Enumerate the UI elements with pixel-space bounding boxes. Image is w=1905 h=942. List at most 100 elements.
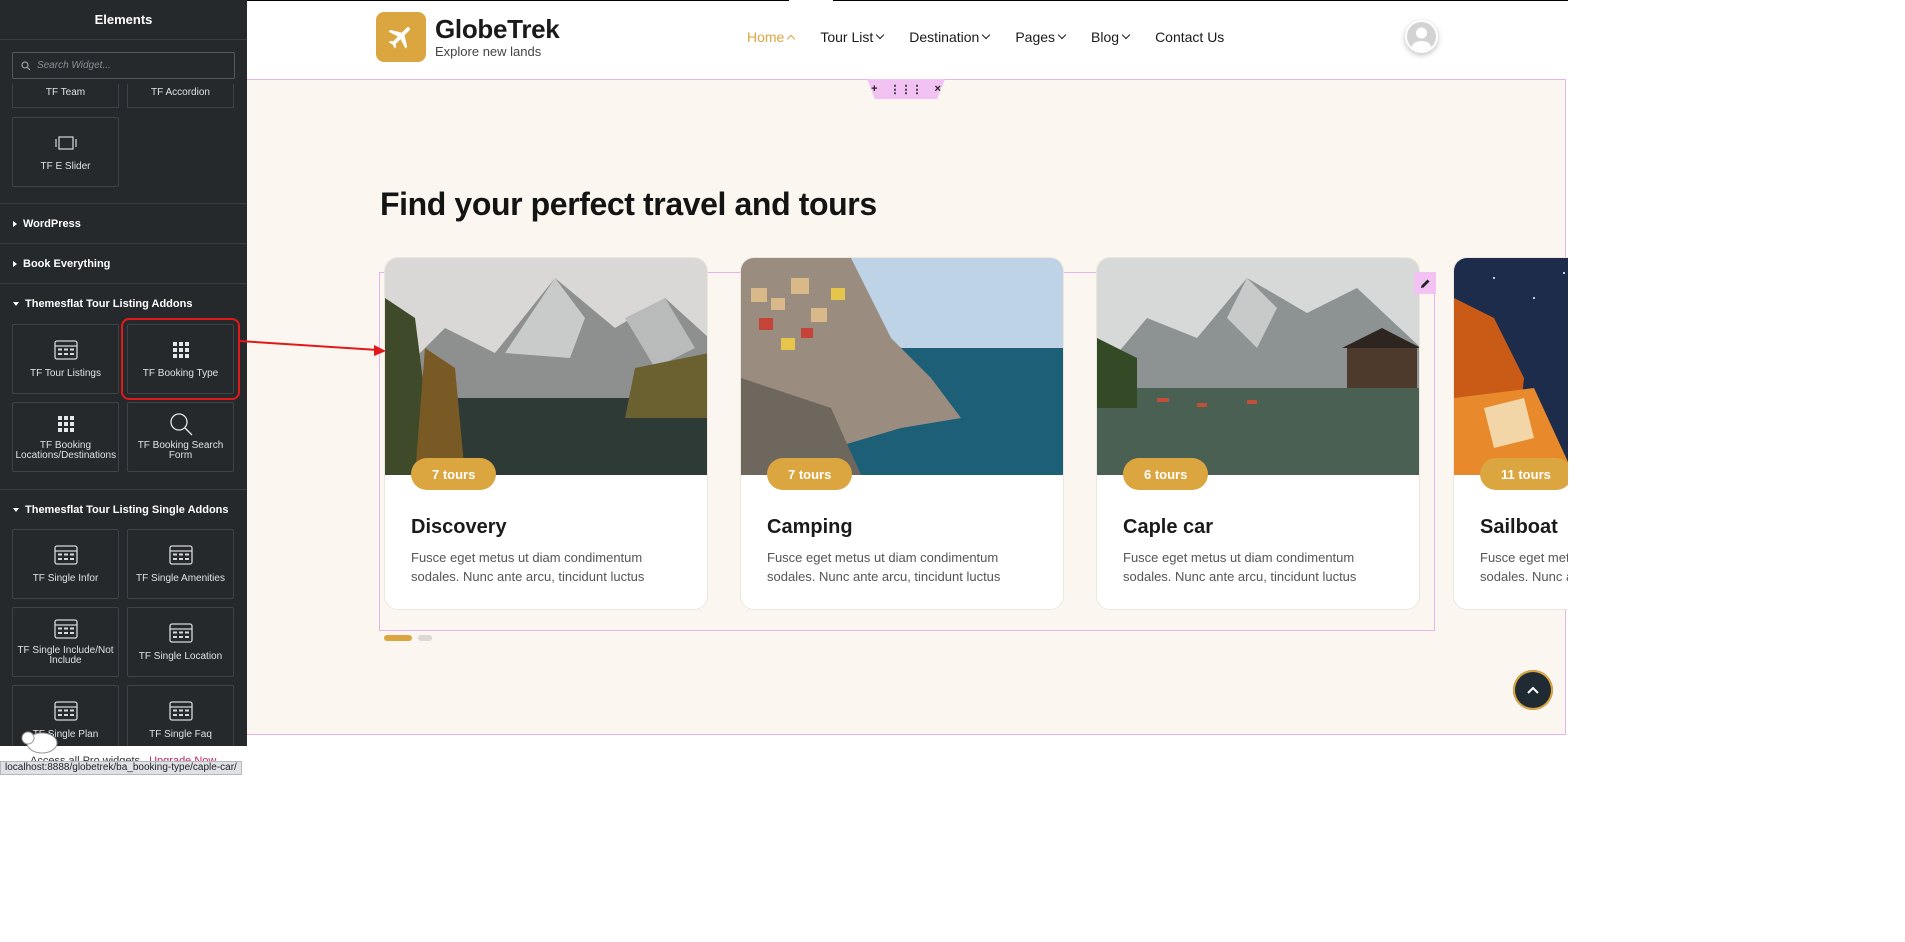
caret-right-icon — [13, 220, 17, 227]
section-handle[interactable]: + ⋮⋮⋮ × — [867, 79, 945, 99]
card-title[interactable]: Discovery — [411, 516, 507, 539]
caret-down-icon — [13, 301, 19, 306]
search-icon — [169, 413, 193, 436]
card-image-coastal-village — [741, 258, 1063, 475]
brand[interactable]: GlobeTrek Explore new lands — [435, 14, 560, 60]
card-image-desert-night — [1454, 258, 1568, 475]
chevron-down-icon — [982, 30, 991, 40]
avatar[interactable] — [1405, 20, 1438, 53]
partial-widget-row: TF Team TF Accordion — [12, 84, 235, 108]
slider-pagination — [384, 635, 432, 641]
widget-label: TF Team — [45, 87, 86, 98]
table-icon — [53, 544, 78, 566]
airplane-icon — [388, 27, 410, 49]
section-heading: Find your perfect travel and tours — [380, 186, 877, 222]
chevron-down-icon — [876, 30, 885, 40]
drag-handle-icon[interactable]: ⋮⋮⋮ — [890, 83, 923, 96]
pencil-icon — [1420, 279, 1429, 288]
category-list: WordPress Book Everything Themesflat Tou… — [0, 203, 247, 323]
widget-tf-tour-listings[interactable]: TF Tour Listings — [12, 324, 119, 394]
edit-widget-button[interactable] — [1414, 272, 1436, 294]
category-label: Themesflat Tour Listing Single Addons — [25, 503, 229, 516]
caret-right-icon — [13, 260, 17, 267]
card-description: Fusce eget metus ut diam condimentum sod… — [1123, 550, 1357, 584]
card-clip: 11 tours Sailboat Fusce eget metus ut di… — [1453, 257, 1568, 610]
nav-destination[interactable]: Destination — [909, 28, 991, 46]
widget-label: TF Single Amenities — [136, 573, 225, 584]
card-title[interactable]: Caple car — [1123, 516, 1213, 539]
table-icon — [168, 622, 193, 644]
widget-label: TF Booking Search Form — [137, 440, 224, 461]
widget-label: TF Single Infor — [32, 573, 99, 584]
category-wordpress[interactable]: WordPress — [0, 203, 247, 243]
widget-label: TF Tour Listings — [30, 368, 101, 379]
widget-tf-single-amenities[interactable]: TF Single Amenities — [127, 529, 234, 599]
widget-label: TF Accordion — [151, 87, 210, 98]
widget-tf-single-faq[interactable]: TF Single Faq — [127, 685, 234, 755]
card-title[interactable]: Camping — [767, 516, 853, 539]
category-book-everything[interactable]: Book Everything — [0, 243, 247, 283]
pagination-dot-active[interactable] — [384, 635, 412, 641]
site-header: GlobeTrek Explore new lands Home Tour Li… — [247, 1, 1568, 73]
search-icon — [21, 60, 31, 70]
tour-card-discovery[interactable]: 7 tours Discovery Fusce eget metus ut di… — [384, 257, 708, 610]
search-wrap — [0, 40, 247, 79]
widget-grid-addons: TF Tour Listings TF Booking Type TF Book… — [0, 318, 246, 472]
widget-tf-booking-type[interactable]: TF Booking Type — [121, 318, 240, 400]
widget-tf-single-include[interactable]: TF Single Include/Not Include — [12, 607, 119, 677]
table-icon — [168, 700, 193, 722]
nav-pages[interactable]: Pages — [1015, 28, 1067, 46]
chevron-up-icon — [1527, 686, 1539, 694]
widget-label: TF E Slider — [40, 161, 91, 172]
widget-label: TF Booking Type — [142, 368, 219, 379]
chevron-down-icon — [1057, 30, 1067, 40]
nav-label: Blog — [1091, 29, 1120, 45]
card-title[interactable]: Sailboat — [1480, 516, 1558, 539]
grid-icon — [57, 413, 74, 435]
panel-title: Elements — [0, 0, 247, 40]
elements-panel: Elements TF Team TF Accordion TF E Slide… — [0, 0, 247, 775]
widget-label: TF Single Include/Not Include — [17, 645, 114, 666]
widget-tf-team[interactable]: TF Team — [12, 84, 119, 108]
nav-label: Destination — [909, 29, 980, 45]
card-description: Fusce eget metus ut diam condimentum sod… — [1480, 550, 1568, 584]
card-image-alpine-lake — [1097, 258, 1419, 475]
tour-card-sailboat[interactable]: 11 tours Sailboat Fusce eget metus ut di… — [1453, 257, 1568, 610]
table-icon — [53, 339, 78, 361]
nav-home[interactable]: Home — [747, 28, 796, 46]
widget-tf-single-location[interactable]: TF Single Location — [127, 607, 234, 677]
drag-hand-icon — [18, 726, 58, 754]
brand-tagline: Explore new lands — [435, 44, 542, 59]
table-icon — [53, 700, 78, 722]
widget-tf-booking-search-form[interactable]: TF Booking Search Form — [127, 402, 234, 472]
nav-label: Home — [747, 29, 785, 45]
slider-icon — [54, 132, 77, 154]
widget-tf-booking-locations[interactable]: TF Booking Locations/Destinations — [12, 402, 119, 472]
card-description: Fusce eget metus ut diam condimentum sod… — [411, 550, 645, 584]
search-box — [12, 52, 235, 79]
category-label: Book Everything — [23, 257, 111, 270]
nav-blog[interactable]: Blog — [1091, 28, 1131, 46]
tour-card-caple-car[interactable]: 6 tours Caple car Fusce eget metus ut di… — [1096, 257, 1420, 610]
widget-grid-top: TF E Slider — [0, 117, 246, 187]
tour-card-camping[interactable]: 7 tours Camping Fusce eget metus ut diam… — [740, 257, 1064, 610]
pagination-dot[interactable] — [418, 635, 432, 641]
status-url: localhost:8888/globetrek/ba_booking-type… — [0, 761, 242, 775]
widget-tf-accordion[interactable]: TF Accordion — [127, 84, 234, 108]
widget-tf-single-infor[interactable]: TF Single Infor — [12, 529, 119, 599]
logo[interactable] — [376, 12, 426, 62]
caret-down-icon — [13, 507, 19, 512]
search-input[interactable] — [36, 60, 226, 71]
category-single-addons[interactable]: Themesflat Tour Listing Single Addons — [0, 489, 247, 529]
category-tour-listing-addons[interactable]: Themesflat Tour Listing Addons — [0, 283, 247, 323]
brand-name: GlobeTrek — [435, 14, 560, 44]
nav-contact-us[interactable]: Contact Us — [1155, 28, 1224, 46]
back-to-top-button[interactable] — [1513, 670, 1553, 710]
widget-tf-e-slider[interactable]: TF E Slider — [12, 117, 119, 187]
table-icon — [168, 544, 193, 566]
widget-label: TF Single Faq — [149, 729, 212, 740]
site-preview: GlobeTrek Explore new lands Home Tour Li… — [247, 0, 1568, 775]
card-image-mountain-lake — [385, 258, 707, 475]
main-nav: Home Tour List Destination Pages Blog Co… — [747, 28, 1250, 46]
nav-tour-list[interactable]: Tour List — [820, 28, 885, 46]
